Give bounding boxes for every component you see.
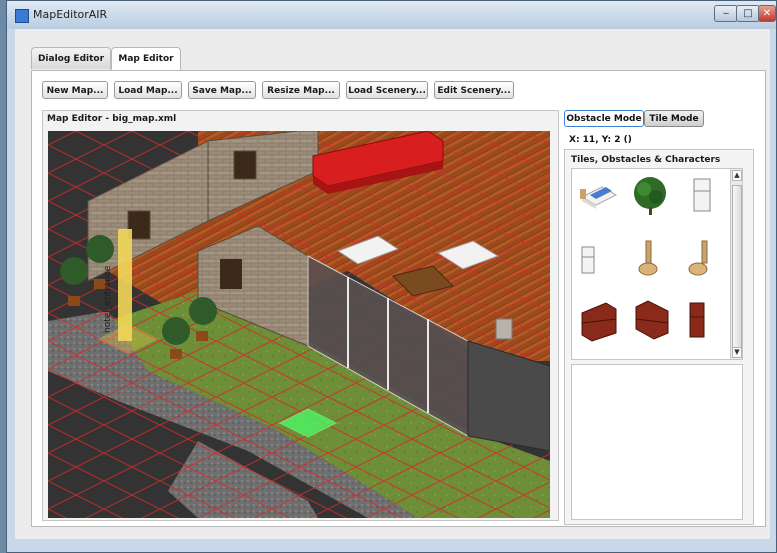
tree-icon[interactable] [628,173,674,219]
new-map-button[interactable]: New Map... [42,81,108,99]
bed-icon[interactable] [576,173,622,219]
window-title: MapEditorAIR [33,8,108,21]
brick-pillar-icon[interactable] [680,297,726,343]
map-editor-panel: Map Editor - big_map.xml hotel_entrance [42,110,559,521]
save-map-button[interactable]: Save Map... [188,81,256,99]
map-canvas[interactable]: hotel_entrance [48,131,550,518]
scroll-up-arrow[interactable]: ▲ [732,170,742,181]
tiles-panel-title: Tiles, Obstacles & Characters [571,155,721,165]
scroll-thumb[interactable] [732,185,742,351]
minimize-button[interactable]: ‒ [714,5,738,22]
tile-mode-button[interactable]: Tile Mode [644,110,704,127]
app-icon [15,9,29,23]
app-window: MapEditorAIR ‒ □ ✕ Dialog Editor Map Edi… [6,0,777,553]
close-button[interactable]: ✕ [758,5,776,22]
obstacle-mode-button[interactable]: Obstacle Mode [564,110,644,127]
map-scene [48,131,550,518]
tab-map-editor[interactable]: Map Editor [111,47,181,71]
tiles-panel: Tiles, Obstacles & Characters ▲ ▼ [564,149,754,525]
brick-wall-icon[interactable] [576,297,622,343]
coordinates-readout: X: 11, Y: 2 () [569,135,632,145]
resize-map-button[interactable]: Resize Map... [262,81,340,99]
maximize-button[interactable]: □ [736,5,760,22]
tiles-scrollbar[interactable]: ▲ ▼ [730,169,742,359]
small-fridge-icon[interactable] [576,237,622,283]
properties-box [571,364,743,520]
load-map-button[interactable]: Load Map... [114,81,182,99]
brick-wall-icon[interactable] [628,297,674,343]
scroll-down-arrow[interactable]: ▼ [732,347,742,358]
entrance-label: hotel_entrance [103,265,113,333]
edit-scenery-button[interactable]: Edit Scenery... [434,81,514,99]
load-scenery-button[interactable]: Load Scenery... [346,81,428,99]
toilet-icon[interactable] [628,237,674,283]
tab-dialog-editor[interactable]: Dialog Editor [31,47,111,69]
tiles-grid: ▲ ▼ [571,168,743,360]
client-area: Dialog Editor Map Editor New Map... Load… [15,29,770,539]
fridge-icon[interactable] [680,173,726,219]
title-bar[interactable]: MapEditorAIR ‒ □ ✕ [7,1,776,29]
tab-content: New Map... Load Map... Save Map... Resiz… [31,70,766,527]
toilet-icon[interactable] [680,237,726,283]
map-editor-title: Map Editor - big_map.xml [47,114,177,124]
